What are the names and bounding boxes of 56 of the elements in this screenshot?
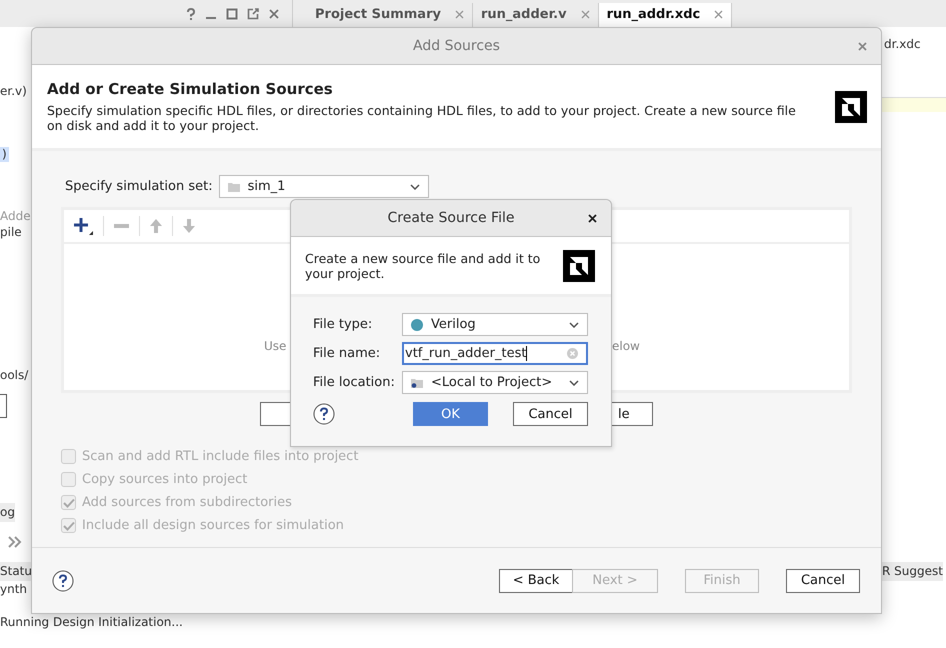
simulation-set-dropdown[interactable]: sim_1 (218, 175, 429, 198)
clear-icon[interactable] (567, 348, 578, 359)
field-label: File name: (313, 346, 380, 361)
folder-icon (411, 378, 423, 388)
caret-icon (569, 380, 579, 386)
field-label: File location: (313, 375, 395, 390)
tab-label: Project Summary (315, 7, 441, 22)
hint-text: elow (612, 339, 640, 353)
background-text: Statu (0, 562, 32, 581)
background-text: ) (0, 147, 9, 162)
checkbox-label: Scan and add RTL include files into project (82, 449, 358, 464)
dialog-button[interactable]: OK (413, 402, 488, 426)
tab-label: run_addr.xdc (606, 7, 700, 22)
caret-icon (410, 184, 420, 190)
logo-icon (835, 90, 867, 122)
background-text: er.v) (0, 84, 27, 99)
help-icon[interactable] (52, 570, 74, 592)
background-text: Running Design Initialization... (0, 615, 183, 630)
background-text: ools/ (0, 368, 28, 383)
file-location-dropdown[interactable]: <Local to Project> (402, 371, 588, 394)
background-text: R Suggest (882, 562, 943, 581)
background-text: og (0, 503, 15, 522)
file-name-field[interactable]: vtf_run_adder_test (402, 342, 588, 365)
wizard-button[interactable]: Cancel (786, 568, 860, 592)
background-text: dr.xdc (884, 37, 921, 52)
up-arrow-icon[interactable] (150, 219, 162, 233)
maximize-icon[interactable] (226, 8, 238, 20)
tab-label: run_adder.v (480, 7, 567, 22)
page-heading: Add or Create Simulation Sources (47, 80, 334, 98)
caret-icon (569, 322, 579, 328)
close-icon[interactable] (588, 214, 597, 223)
add-icon[interactable] (73, 217, 93, 235)
dialog-title: Add Sources (413, 38, 500, 54)
field-label: File type: (313, 317, 372, 332)
background-text: Adde (0, 209, 31, 224)
help-icon[interactable] (313, 403, 335, 425)
logo-icon (563, 250, 595, 282)
dialog-description: Create a new source file and add it to your project. (305, 250, 542, 280)
double-chevron-icon[interactable] (8, 536, 22, 548)
checkbox-label: Copy sources into project (82, 472, 248, 487)
down-arrow-icon[interactable] (183, 219, 195, 233)
checkbox-label: Add sources from subdirectories (82, 495, 292, 510)
background-text: pile (0, 225, 22, 240)
wizard-button[interactable]: < Back (499, 568, 573, 592)
checkbox-label: Include all design sources for simulation (82, 518, 344, 533)
hint-text: Use (264, 339, 286, 353)
dialog-title: Create Source File (388, 210, 514, 226)
folder-icon (228, 182, 240, 192)
editor-tab[interactable]: run_addr.xdc (598, 3, 732, 27)
background-text: ynth (0, 582, 28, 597)
page-description: Specify simulation specific HDL files, or directories containing HDL files, to add to your project. Create a new source file on disk and add it to your project. (47, 103, 797, 133)
field-label: Specify simulation set: (65, 179, 213, 194)
dialog-button[interactable]: Cancel (513, 402, 588, 426)
help-icon[interactable] (186, 8, 196, 20)
file-type-dropdown[interactable]: Verilog (402, 313, 588, 336)
float-icon[interactable] (247, 8, 259, 20)
